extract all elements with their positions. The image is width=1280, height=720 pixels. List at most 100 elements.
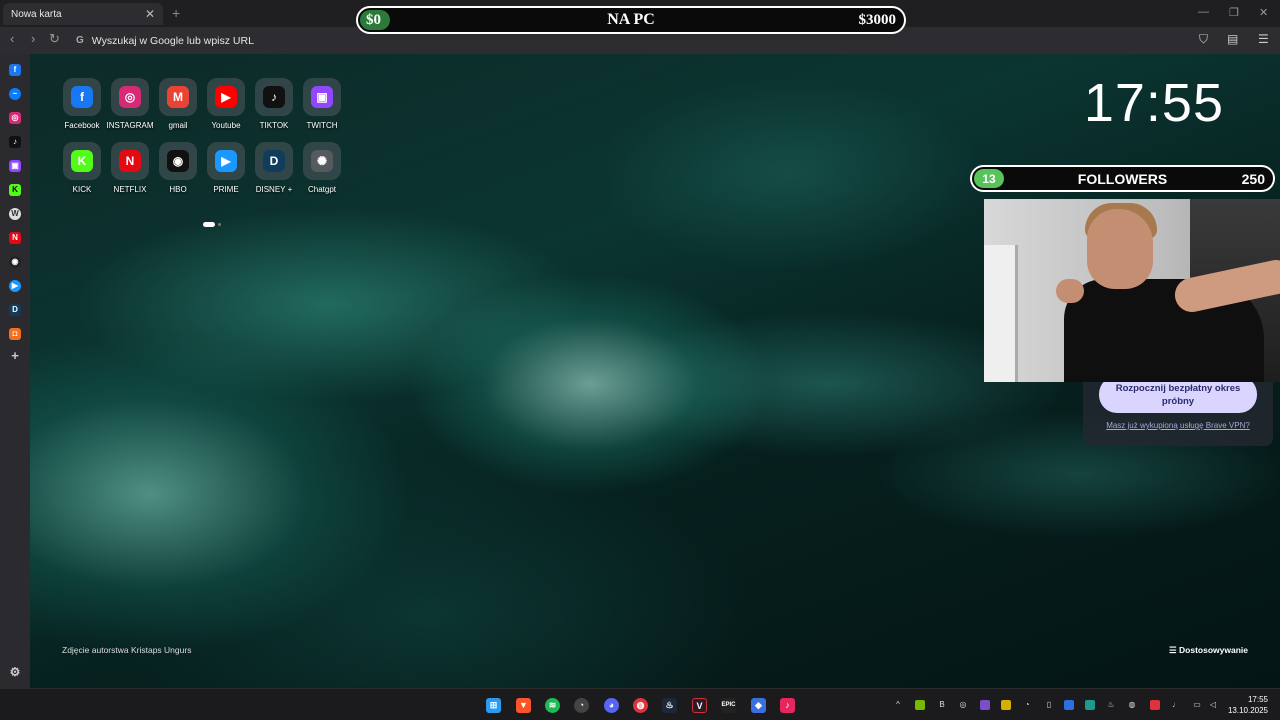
- tray-overflow-icon[interactable]: ^: [893, 700, 903, 710]
- kick-icon: K: [71, 150, 93, 172]
- epic-games-icon[interactable]: EPIC: [721, 698, 736, 713]
- youtube-icon: ▶: [215, 86, 237, 108]
- twitch-icon[interactable]: ▣: [9, 160, 21, 172]
- app-red-icon[interactable]: ◍: [633, 698, 648, 713]
- prime-icon[interactable]: ▶: [9, 280, 21, 292]
- forward-icon[interactable]: ›: [31, 31, 35, 46]
- shortcut-tile[interactable]: ◎: [111, 78, 149, 116]
- settings-gear-icon[interactable]: ⚙: [9, 666, 21, 678]
- shortcut-tiktok[interactable]: ♪ TIKTOK: [250, 78, 298, 130]
- spotify-icon[interactable]: ≋: [545, 698, 560, 713]
- minimize-icon[interactable]: —: [1198, 6, 1209, 18]
- microphone-icon[interactable]: ♩: [1171, 700, 1181, 710]
- shortcut-netflix[interactable]: N NETFLIX: [106, 142, 154, 194]
- shortcut-tile[interactable]: M: [159, 78, 197, 116]
- photo-credit[interactable]: Zdjęcie autorstwa Kristaps Ungurs: [62, 645, 191, 655]
- shortcut-disney[interactable]: D DISNEY +: [250, 142, 298, 194]
- tray-app9-icon[interactable]: [1150, 700, 1160, 710]
- shortcut-label: KICK: [72, 185, 92, 194]
- shortcut-prime[interactable]: ▶ PRIME: [202, 142, 250, 194]
- bluetooth-icon[interactable]: [1064, 700, 1074, 710]
- system-date: 13.10.2025: [1227, 706, 1268, 715]
- roblox-icon[interactable]: ◆: [751, 698, 766, 713]
- back-icon[interactable]: ‹: [10, 31, 14, 46]
- clock: 17:55: [1083, 73, 1224, 133]
- followers-goal-bar: 13 FOLLOWERS 250: [970, 165, 1275, 192]
- shortcut-tile[interactable]: f: [63, 78, 101, 116]
- nvidia-icon[interactable]: [915, 700, 925, 710]
- maximize-icon[interactable]: ❐: [1229, 6, 1239, 19]
- shortcut-gmail[interactable]: Mgmail: [154, 78, 202, 130]
- reload-icon[interactable]: ↻: [49, 31, 60, 47]
- steam-icon[interactable]: ♨: [662, 698, 677, 713]
- discord-icon[interactable]: ◕: [604, 698, 619, 713]
- tray-app3-icon[interactable]: [980, 700, 990, 710]
- shortcut-label: DISNEY +: [255, 185, 293, 194]
- netflix-icon[interactable]: N: [9, 232, 21, 244]
- tab-new-tab[interactable]: Nowa karta ✕: [3, 3, 163, 25]
- sidebar-toggle-icon[interactable]: ▤: [1227, 32, 1238, 46]
- tray-app6-icon[interactable]: ▯: [1044, 700, 1054, 710]
- messenger-icon[interactable]: ~: [9, 88, 21, 100]
- webcam-monitor: [984, 245, 1018, 382]
- network-icon[interactable]: ▭: [1192, 700, 1202, 710]
- tab-close-icon[interactable]: ✕: [145, 7, 155, 21]
- tray-app8-icon[interactable]: ◍: [1127, 700, 1137, 710]
- shortcut-facebook[interactable]: f Facebook: [58, 78, 106, 130]
- shortcut-label: TWITCH: [306, 121, 338, 130]
- shortcut-tile[interactable]: K: [63, 142, 101, 180]
- hbo-icon: ◉: [167, 150, 189, 172]
- shortcut-hbo[interactable]: ◉ HBO: [154, 142, 202, 194]
- window-close-icon[interactable]: ✕: [1259, 6, 1268, 19]
- kick-icon[interactable]: K: [9, 184, 21, 196]
- valorant-icon[interactable]: V: [692, 698, 707, 713]
- brave-taskbar-icon[interactable]: ▼: [516, 698, 531, 713]
- disney-icon[interactable]: D: [9, 304, 21, 316]
- shortcut-tile[interactable]: ♪: [255, 78, 293, 116]
- hbo-icon[interactable]: ◉: [9, 256, 21, 268]
- steam-tray-icon[interactable]: ♨: [1106, 700, 1116, 710]
- new-tab-button[interactable]: +: [172, 5, 180, 21]
- brave-shields-icon[interactable]: ⛉: [1199, 32, 1208, 47]
- shortcut-tile[interactable]: ▶: [207, 78, 245, 116]
- instagram-icon[interactable]: ◎: [9, 112, 21, 124]
- wikipedia-icon[interactable]: W: [9, 208, 21, 220]
- tray-app-icon[interactable]: B: [937, 700, 947, 710]
- shortcut-tile[interactable]: ◉: [159, 142, 197, 180]
- shortcut-youtube[interactable]: ▶ Youtube: [202, 78, 250, 130]
- add-sidebar-item-icon[interactable]: +: [9, 349, 21, 362]
- tray-app5-icon[interactable]: ◔: [1022, 700, 1032, 710]
- tray-app7-icon[interactable]: [1085, 700, 1095, 710]
- shortcut-label: Youtube: [211, 121, 241, 130]
- shortcut-twitch[interactable]: ▣ TWITCH: [298, 78, 346, 130]
- shortcut-tile[interactable]: ✺: [303, 142, 341, 180]
- shortcut-tile[interactable]: ▣: [303, 78, 341, 116]
- shortcuts-page-dot[interactable]: [218, 223, 221, 226]
- tiktok-icon[interactable]: ♪: [9, 136, 21, 148]
- shortcut-instagram[interactable]: ◎ INSTAGRAM: [106, 78, 154, 130]
- system-time: 17:55: [1247, 695, 1268, 704]
- volume-icon[interactable]: ◁: [1208, 700, 1218, 710]
- shortcut-tile[interactable]: ▶: [207, 142, 245, 180]
- shortcut-label: HBO: [169, 185, 187, 194]
- system-clock[interactable]: 17:55 13.10.2025: [1228, 694, 1268, 716]
- tiktok-studio-icon[interactable]: ♪: [780, 698, 795, 713]
- windows-start-icon[interactable]: ⊞: [486, 698, 501, 713]
- shortcut-kick[interactable]: K KICK: [58, 142, 106, 194]
- tray-app4-icon[interactable]: [1001, 700, 1011, 710]
- shortcuts-page-dot-active[interactable]: [203, 222, 215, 227]
- disney-icon: D: [263, 150, 285, 172]
- menu-icon[interactable]: ☰: [1258, 32, 1269, 46]
- facebook-icon[interactable]: f: [9, 64, 21, 76]
- customize-button[interactable]: ☰ Dostosowywanie: [1169, 645, 1248, 656]
- tab-title: Nowa karta: [11, 8, 62, 20]
- tray-app2-icon[interactable]: ◎: [958, 700, 968, 710]
- vpn-already-purchased-link[interactable]: Masz już wykupioną usługę Brave VPN?: [1083, 421, 1273, 430]
- twitch-icon: ▣: [311, 86, 333, 108]
- shortcut-chatgpt[interactable]: ✺ Chatgpt: [298, 142, 346, 194]
- obs-icon[interactable]: ◔: [574, 698, 589, 713]
- instagram-icon: ◎: [119, 86, 141, 108]
- shortcut-tile[interactable]: D: [255, 142, 293, 180]
- shortcut-tile[interactable]: N: [111, 142, 149, 180]
- app-icon[interactable]: ◘: [9, 328, 21, 340]
